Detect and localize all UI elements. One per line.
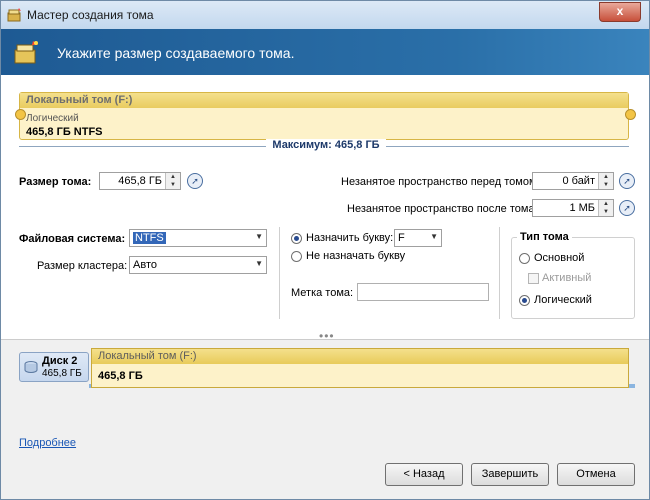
filesystem-select[interactable]: NTFS ▼ bbox=[129, 229, 267, 247]
active-checkbox[interactable] bbox=[528, 273, 539, 284]
cancel-button[interactable]: Отмена bbox=[557, 463, 635, 486]
volume-size-spinner[interactable]: 465,8 ГБ ▲ ▼ bbox=[99, 172, 181, 190]
free-before-label: Незанятое пространство перед томом: bbox=[341, 176, 540, 188]
disk-header[interactable]: Диск 2 465,8 ГБ bbox=[19, 352, 89, 382]
disk-volume-size: 465,8 ГБ bbox=[98, 370, 143, 382]
max-size-label-row: Максимум: 465,8 ГБ bbox=[1, 139, 650, 151]
drive-letter-value: F bbox=[398, 232, 405, 244]
no-letter-label: Не назначать букву bbox=[306, 250, 406, 262]
finish-button[interactable]: Завершить bbox=[471, 463, 549, 486]
window-title: Мастер создания тома bbox=[27, 8, 154, 22]
back-button[interactable]: < Назад bbox=[385, 463, 463, 486]
volume-type-text: Логический bbox=[26, 113, 79, 124]
volume-size-label: Размер тома: bbox=[19, 176, 92, 188]
assign-letter-label: Назначить букву: bbox=[306, 232, 394, 244]
volume-type-title: Тип тома bbox=[517, 231, 572, 243]
left-resize-handle[interactable] bbox=[15, 109, 26, 120]
free-after-value: 1 МБ bbox=[569, 202, 595, 214]
volume-size-value: 465,8 ГБ bbox=[118, 175, 162, 187]
volume-label-label: Метка тома: bbox=[291, 287, 354, 299]
free-before-value: 0 байт bbox=[562, 175, 595, 187]
arrow-circle-icon[interactable]: ➚ bbox=[187, 173, 203, 189]
disk-icon bbox=[24, 361, 38, 373]
drive-letter-select[interactable]: F ▼ bbox=[394, 229, 442, 247]
active-label: Активный bbox=[542, 272, 592, 284]
primary-label: Основной bbox=[534, 252, 585, 264]
divider bbox=[499, 227, 500, 319]
logical-radio[interactable] bbox=[519, 295, 530, 306]
disk-volume-block[interactable]: Локальный том (F:) 465,8 ГБ bbox=[91, 348, 629, 388]
disk-volume-name: Локальный том (F:) bbox=[92, 349, 628, 364]
chevron-down-icon: ▼ bbox=[430, 232, 438, 241]
wizard-window: Мастер создания тома x Укажите размер со… bbox=[0, 0, 650, 500]
spinner-arrows-icon[interactable]: ▲ ▼ bbox=[165, 173, 180, 189]
cluster-size-label: Размер кластера: bbox=[37, 260, 128, 272]
spinner-arrows-icon[interactable]: ▲ ▼ bbox=[598, 173, 613, 189]
chevron-down-icon: ▼ bbox=[255, 232, 263, 241]
volume-name: Локальный том (F:) bbox=[20, 93, 628, 108]
spinner-arrows-icon[interactable]: ▲ ▼ bbox=[598, 200, 613, 216]
max-size-label: Максимум: 465,8 ГБ bbox=[266, 139, 386, 151]
disk-map: Диск 2 465,8 ГБ Локальный том (F:) 465,8… bbox=[1, 339, 649, 442]
logical-label: Логический bbox=[534, 294, 592, 306]
title-bar[interactable]: Мастер создания тома x bbox=[1, 1, 649, 29]
divider bbox=[279, 227, 280, 319]
volume-label-input[interactable] bbox=[357, 283, 489, 301]
cluster-size-value: Авто bbox=[133, 259, 157, 271]
right-resize-handle[interactable] bbox=[625, 109, 636, 120]
free-after-label: Незанятое пространство после тома: bbox=[347, 203, 538, 215]
arrow-circle-icon[interactable]: ➚ bbox=[619, 173, 635, 189]
filesystem-value: NTFS bbox=[133, 232, 166, 244]
cluster-size-select[interactable]: Авто ▼ bbox=[129, 256, 267, 274]
chevron-down-icon: ▼ bbox=[255, 259, 263, 268]
settings-panel: Локальный том (F:) Логический 465,8 ГБ N… bbox=[1, 75, 650, 343]
close-button[interactable]: x bbox=[599, 2, 641, 22]
arrow-circle-icon[interactable]: ➚ bbox=[619, 200, 635, 216]
page-title: Укажите размер создаваемого тома. bbox=[57, 45, 295, 61]
no-letter-radio[interactable] bbox=[291, 251, 302, 262]
disk-name: Диск 2 bbox=[42, 355, 78, 367]
wizard-header: Укажите размер создаваемого тома. bbox=[1, 29, 649, 75]
wizard-disk-icon bbox=[7, 8, 21, 22]
assign-letter-radio[interactable] bbox=[291, 233, 302, 244]
filesystem-label: Файловая система: bbox=[19, 233, 126, 245]
volume-info-text: 465,8 ГБ NTFS bbox=[26, 126, 103, 138]
primary-radio[interactable] bbox=[519, 253, 530, 264]
disk-size: 465,8 ГБ bbox=[42, 368, 82, 379]
more-link[interactable]: Подробнее bbox=[19, 437, 76, 449]
free-before-spinner[interactable]: 0 байт ▲ ▼ bbox=[532, 172, 614, 190]
wizard-disk-icon bbox=[14, 41, 38, 64]
free-after-spinner[interactable]: 1 МБ ▲ ▼ bbox=[532, 199, 614, 217]
volume-resize-strip[interactable]: Локальный том (F:) Логический 465,8 ГБ N… bbox=[19, 92, 629, 140]
